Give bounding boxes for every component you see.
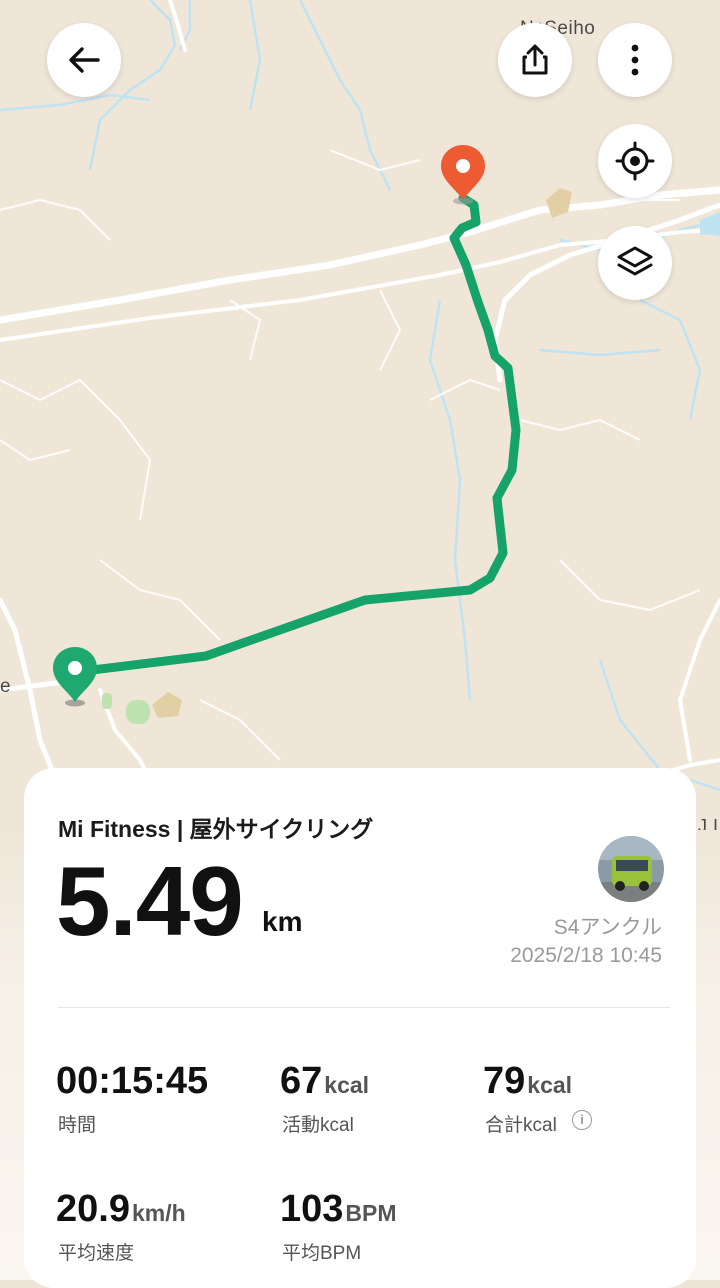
crosshair-icon (615, 141, 655, 181)
locate-button[interactable] (598, 124, 672, 198)
device-avatar[interactable] (598, 836, 664, 902)
stat-total-kcal-value: 79kcal (483, 1060, 573, 1102)
activity-title: Mi Fitness | 屋外サイクリング (58, 816, 374, 842)
stat-duration-label: 時間 (58, 1115, 97, 1136)
stat-avg-bpm-unit: BPM (345, 1200, 397, 1226)
car-avatar-icon (598, 836, 664, 902)
map-edge-label-left: e (0, 676, 12, 697)
more-vertical-icon (631, 44, 639, 76)
divider (58, 1007, 670, 1008)
distance-unit: km (262, 906, 303, 937)
arrow-left-icon (69, 47, 100, 73)
back-button[interactable] (47, 23, 121, 97)
distance-value: 5.49 (56, 846, 244, 956)
share-button[interactable] (498, 23, 572, 97)
info-icon[interactable]: i (572, 1110, 592, 1130)
stat-avg-speed-unit: km/h (131, 1200, 186, 1226)
activity-datetime: 2025/2/18 10:45 (510, 944, 662, 967)
more-options-button[interactable] (598, 23, 672, 97)
map-layers-button[interactable] (598, 226, 672, 300)
end-marker-icon[interactable] (441, 145, 485, 205)
stat-total-kcal-label: 合計kcal (485, 1115, 557, 1136)
stat-duration-value: 00:15:45 (56, 1060, 209, 1102)
stat-avg-bpm-label: 平均BPM (282, 1243, 362, 1264)
share-icon (522, 44, 548, 75)
stat-avg-speed-label: 平均速度 (58, 1243, 135, 1264)
stat-total-kcal-unit: kcal (527, 1072, 573, 1098)
layers-icon (617, 246, 653, 276)
stat-active-kcal-unit: kcal (324, 1072, 370, 1098)
stat-active-kcal-value: 67kcal (280, 1060, 370, 1102)
stat-active-kcal-label: 活動kcal (282, 1115, 354, 1136)
start-marker-icon[interactable] (53, 647, 97, 707)
device-name: S4アンクル (553, 916, 662, 939)
stat-avg-bpm-value: 103BPM (280, 1188, 397, 1230)
map-main-roads (0, 0, 720, 802)
activity-summary-card: Mi Fitness | 屋外サイクリング 5.49 km S4アンクル 202… (24, 768, 696, 1288)
route-map[interactable]: N▲Seiho e J I (0, 0, 720, 860)
map-rivers (0, 0, 720, 860)
stat-avg-speed-value: 20.9km/h (56, 1188, 186, 1230)
